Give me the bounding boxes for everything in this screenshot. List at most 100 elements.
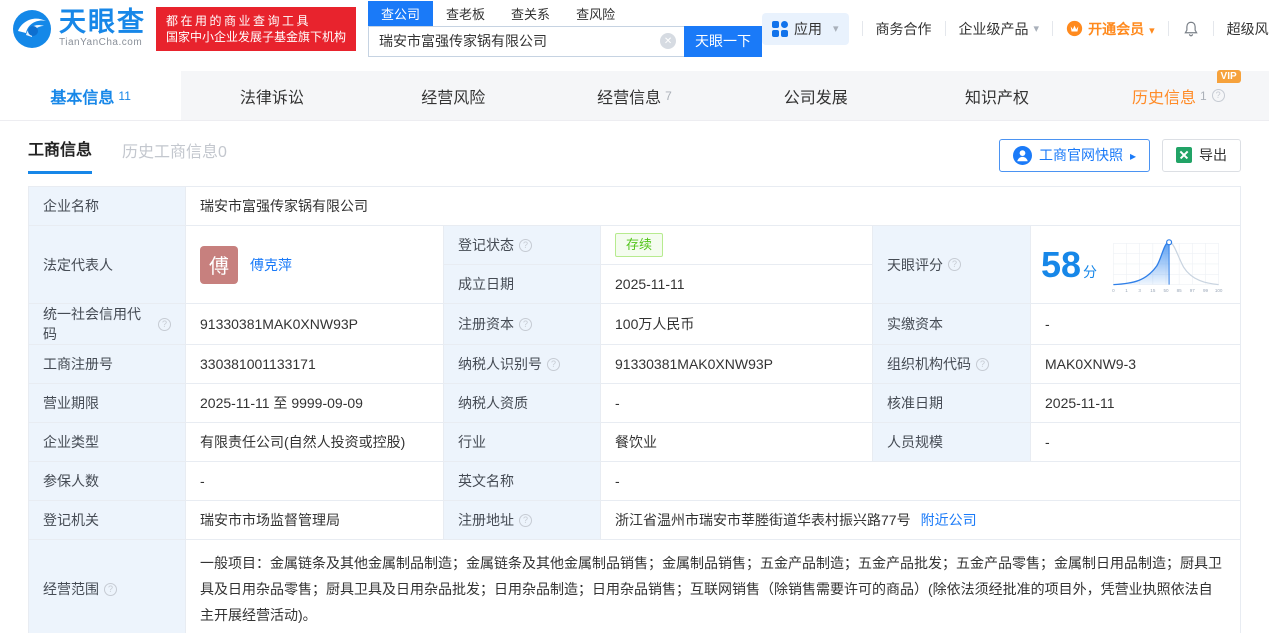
taxpayer-id-label: 纳税人识别号 <box>444 345 601 383</box>
notification-bell-icon[interactable] <box>1182 20 1200 38</box>
org-code-label: 组织机构代码 <box>873 345 1031 383</box>
tab-label: 知识产权 <box>965 89 1030 107</box>
label-text: 统一社会信用代码 <box>43 306 141 342</box>
official-snapshot-button[interactable]: 工商官网快照 <box>998 138 1150 172</box>
taxpayer-id-value: 91330381MAK0XNW93P <box>601 345 873 383</box>
establish-date-value: 2025-11-11 <box>615 276 685 292</box>
tab-count: 7 <box>665 88 672 103</box>
tab-history-registration[interactable]: 历史工商信息0 <box>122 138 227 173</box>
svg-text:97: 97 <box>1190 287 1196 292</box>
table-row: 登记机关 瑞安市市场监督管理局 注册地址 浙江省温州市瑞安市莘塍街道华表村振兴路… <box>29 501 1240 540</box>
score-number: 58 <box>1041 243 1082 285</box>
help-icon[interactable] <box>519 238 532 252</box>
insured-count-label: 参保人数 <box>29 462 186 500</box>
table-row: 企业类型 有限责任公司(自然人投资或控股) 行业 餐饮业 人员规模 - <box>29 423 1240 462</box>
help-icon[interactable] <box>519 317 532 331</box>
label-text: 纳税人识别号 <box>458 356 542 372</box>
business-term-label: 营业期限 <box>29 384 186 422</box>
search-input[interactable] <box>368 25 685 57</box>
table-row: 法定代表人 傅 傅克萍 登记状态 存续 成立日期 2025-11-11 <box>29 226 1240 304</box>
divider <box>1052 21 1054 36</box>
svg-text:3: 3 <box>1138 287 1141 292</box>
search-tab-company[interactable]: 查公司 <box>368 0 434 26</box>
business-cooperation-link[interactable]: 商务合作 <box>876 19 932 39</box>
svg-text:85: 85 <box>1177 287 1183 292</box>
tab-operating-info[interactable]: 经营信息 7 <box>544 71 725 120</box>
approval-date-value: 2025-11-11 <box>1045 395 1115 411</box>
svg-text:1: 1 <box>1125 287 1128 292</box>
reg-status-label: 登记状态 <box>444 226 601 264</box>
reg-address-value: 浙江省温州市瑞安市莘塍街道华表村振兴路77号 附近公司 <box>601 501 1240 539</box>
approval-date-label: 核准日期 <box>873 384 1031 422</box>
divider <box>1212 21 1214 36</box>
nearby-companies-link[interactable]: 附近公司 <box>921 510 977 530</box>
table-row: 经营范围 一般项目：金属链条及其他金属制品制造；金属链条及其他金属制品销售；金属… <box>29 540 1240 633</box>
company-type-label: 企业类型 <box>29 423 186 461</box>
tab-business-registration[interactable]: 工商信息 <box>28 136 93 174</box>
business-scope-label: 经营范围 <box>29 540 186 633</box>
search-tab-boss[interactable]: 查老板 <box>433 1 498 26</box>
legal-rep-value: 傅 傅克萍 <box>186 226 444 303</box>
establish-date-label: 成立日期 <box>444 265 601 303</box>
tianyancha-logo[interactable]: 天眼查 TianYanCha.com <box>12 9 146 49</box>
help-icon[interactable] <box>104 582 117 596</box>
address-text: 浙江省温州市瑞安市莘塍街道华表村振兴路77号 <box>615 512 911 528</box>
tab-operating-risk[interactable]: 经营风险 <box>363 71 544 120</box>
svg-text:15: 15 <box>1150 287 1156 292</box>
basic-info-panel: 工商信息 历史工商信息0 工商官网快照 导出 企业名称 瑞安市富强传家锅有限公司 <box>0 121 1269 633</box>
help-icon[interactable] <box>519 513 532 527</box>
legal-rep-name-link[interactable]: 傅克萍 <box>250 255 292 275</box>
brand-domain: TianYanCha.com <box>59 37 143 48</box>
search-tab-risk[interactable]: 查风险 <box>563 1 628 26</box>
reg-status-value: 存续 <box>601 226 872 264</box>
staff-size-value: - <box>1045 434 1050 450</box>
help-icon[interactable] <box>976 357 989 371</box>
label-text: 经营范围 <box>43 581 99 597</box>
cooperation-label: 商务合作 <box>875 20 932 37</box>
clear-input-icon[interactable] <box>660 33 677 49</box>
score-unit: 分 <box>1083 263 1098 280</box>
status-badge: 存续 <box>615 233 664 257</box>
table-row: 企业名称 瑞安市富强传家锅有限公司 <box>29 187 1240 226</box>
search-tab-relation[interactable]: 查关系 <box>498 1 563 26</box>
super-risk-menu[interactable]: 超级风... <box>1227 19 1269 39</box>
open-vip-menu[interactable]: 开通会员 <box>1066 19 1155 39</box>
english-name-value: - <box>615 473 620 489</box>
table-row: 参保人数 - 英文名称 - <box>29 462 1240 501</box>
company-nav-tabs: 基本信息 11 法律诉讼 经营风险 经营信息 7 公司发展 知识产权 历史信息 … <box>0 69 1269 121</box>
search-button[interactable]: 天眼一下 <box>684 25 763 57</box>
brand-name: 天眼查 <box>59 7 146 37</box>
tab-count: 11 <box>118 88 131 103</box>
legal-rep-avatar[interactable]: 傅 <box>200 245 238 284</box>
slogan-line2: 国家中小企业发展子基金旗下机构 <box>166 29 347 44</box>
section-header: 工商信息 历史工商信息0 工商官网快照 导出 <box>28 136 1241 174</box>
enterprise-products-menu[interactable]: 企业级产品 <box>959 19 1040 39</box>
search-block: 查公司 查老板 查关系 查风险 天眼一下 <box>368 0 763 57</box>
paid-capital-label: 实缴资本 <box>873 304 1031 344</box>
tab-legal-proceedings[interactable]: 法律诉讼 <box>181 71 362 120</box>
industry-label: 行业 <box>444 423 601 461</box>
enterprise-label: 企业级产品 <box>958 20 1029 37</box>
tab-history-info[interactable]: 历史信息 1 VIP <box>1088 69 1269 120</box>
label-text: 注册资本 <box>458 316 514 332</box>
export-button[interactable]: 导出 <box>1162 138 1241 172</box>
person-icon <box>1012 145 1032 165</box>
help-icon[interactable] <box>158 317 171 331</box>
industry-value: 餐饮业 <box>601 423 873 461</box>
credit-code-value: 91330381MAK0XNW93P <box>186 304 444 344</box>
help-icon[interactable] <box>948 258 961 271</box>
score-distribution-chart: 0 1 3 15 50 85 97 99 100 <box>1112 238 1223 292</box>
apps-menu[interactable]: 应用 <box>762 12 849 45</box>
table-row: 统一社会信用代码 91330381MAK0XNW93P 注册资本 100万人民币… <box>29 304 1240 345</box>
legal-rep-label: 法定代表人 <box>29 226 186 303</box>
slogan-line1: 都在用的商业查询工具 <box>166 13 312 28</box>
tab-intellectual-property[interactable]: 知识产权 <box>906 71 1087 120</box>
brand-slogan-badge: 都在用的商业查询工具 国家中小企业发展子基金旗下机构 <box>156 6 357 51</box>
help-icon[interactable] <box>1211 89 1225 102</box>
help-icon[interactable] <box>547 357 560 371</box>
tab-company-development[interactable]: 公司发展 <box>725 71 906 120</box>
svg-text:50: 50 <box>1164 287 1170 292</box>
snapshot-label: 工商官网快照 <box>1038 147 1123 163</box>
tab-basic-info[interactable]: 基本信息 11 <box>0 71 182 120</box>
reg-number-label: 工商注册号 <box>29 345 186 383</box>
